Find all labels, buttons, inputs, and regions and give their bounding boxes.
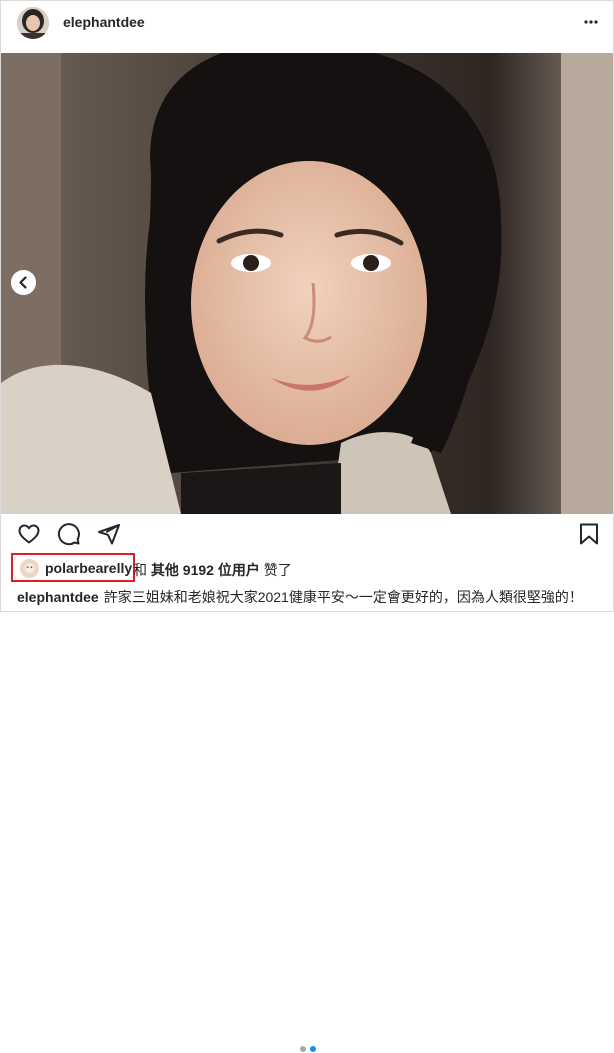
comment-icon[interactable]	[57, 522, 81, 546]
caption-username[interactable]: elephantdee	[17, 589, 99, 605]
author-avatar[interactable]	[17, 7, 49, 39]
likes-others-link[interactable]: 其他 9192 位用户	[151, 562, 260, 578]
likes-summary: 和 其他 9192 位用户 赞了	[133, 560, 292, 580]
likes-and: 和	[133, 562, 147, 578]
action-bar	[0, 518, 614, 1052]
carousel-dot-active	[310, 1046, 316, 1052]
chevron-left-icon[interactable]	[11, 270, 36, 295]
post-caption: elephantdee 許家三姐妹和老娘祝大家2021健康平安～一定會更好的，因為…	[17, 587, 583, 607]
carousel-indicator	[298, 1045, 318, 1053]
more-horizontal-icon[interactable]	[583, 14, 599, 30]
bookmark-icon[interactable]	[577, 522, 601, 546]
post-photo[interactable]	[1, 53, 613, 514]
heart-icon[interactable]	[17, 522, 41, 546]
caption-text: 許家三姐妹和老娘祝大家2021健康平安～一定會更好的，因為人類很堅強的！	[103, 589, 583, 605]
likes-suffix: 赞了	[263, 562, 292, 578]
liker-username[interactable]: polarbearelly	[45, 560, 132, 576]
liker-avatar[interactable]	[20, 559, 39, 578]
post-header: elephantdee	[0, 0, 614, 45]
carousel-dot	[300, 1046, 306, 1052]
author-username[interactable]: elephantdee	[63, 14, 145, 30]
share-icon[interactable]	[97, 522, 121, 546]
